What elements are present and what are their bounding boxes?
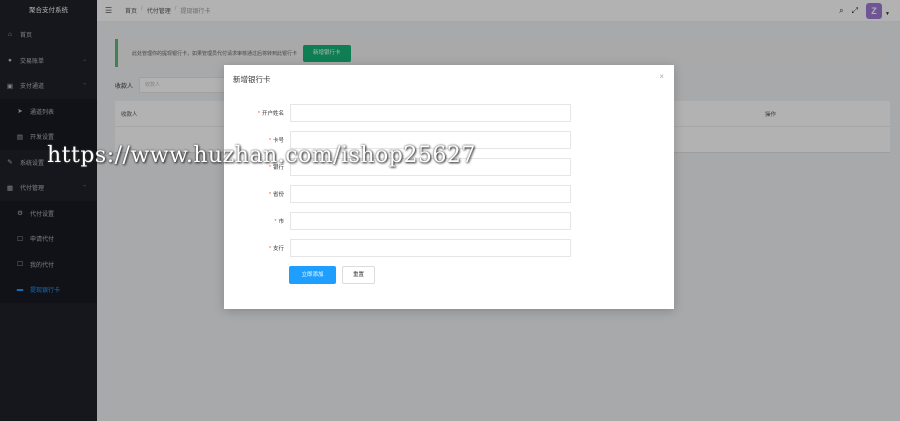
watermark-text: https://www.huzhan.com/ishop25627 xyxy=(47,143,476,168)
close-icon[interactable]: × xyxy=(659,72,664,81)
required-mark: * xyxy=(268,192,271,198)
form-input[interactable] xyxy=(290,104,571,122)
required-mark: * xyxy=(274,219,277,225)
form-input[interactable] xyxy=(290,185,571,203)
submit-button[interactable]: 立即添加 xyxy=(289,266,336,284)
add-bankcard-dialog: 新增银行卡 × * 开户姓名 * 卡号 * 银行 * 省份 * 市 * 支行 立即添加 重置 xyxy=(224,65,674,309)
field-label: * 省份 xyxy=(269,190,284,198)
required-mark: * xyxy=(257,111,260,117)
form-input[interactable] xyxy=(290,212,571,230)
field-label-text: 支行 xyxy=(272,246,284,252)
form-row: * 支行 xyxy=(224,239,674,257)
form-row: * 市 xyxy=(224,212,674,230)
field-label-text: 省份 xyxy=(272,192,284,198)
dialog-title: 新增银行卡 xyxy=(233,75,271,84)
form-input[interactable] xyxy=(290,239,571,257)
field-label-text: 开户姓名 xyxy=(261,111,284,117)
field-label: * 开户姓名 xyxy=(258,109,284,117)
required-mark: * xyxy=(268,246,271,252)
form-row: * 开户姓名 xyxy=(224,104,674,122)
form-row: * 省份 xyxy=(224,185,674,203)
field-label: * 市 xyxy=(274,217,284,225)
field-label: * 支行 xyxy=(269,244,284,252)
reset-button[interactable]: 重置 xyxy=(342,266,375,284)
field-label-text: 市 xyxy=(278,219,284,225)
